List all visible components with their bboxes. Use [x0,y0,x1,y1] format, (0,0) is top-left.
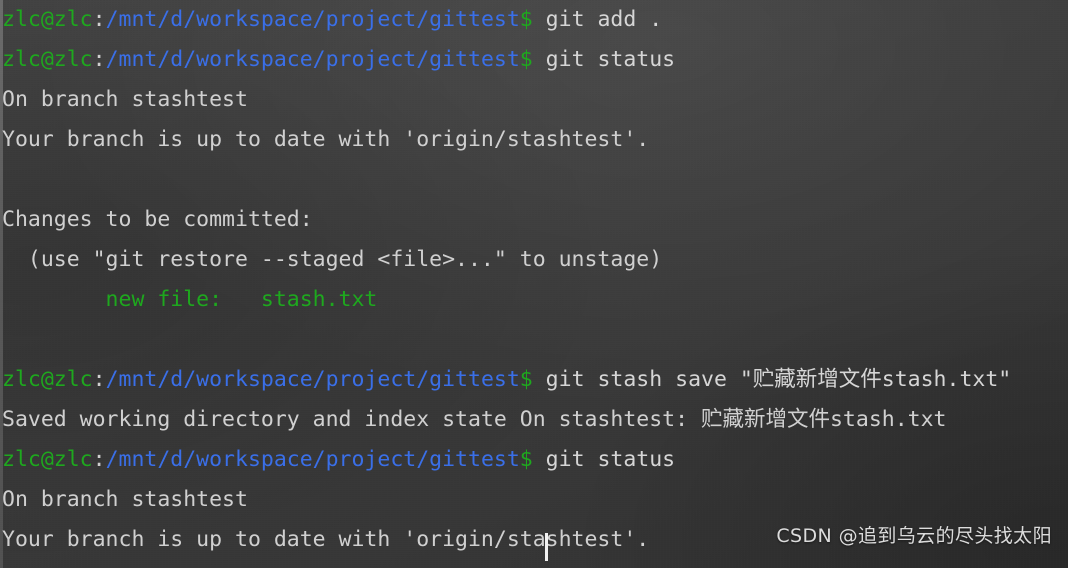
terminal-left-edge-scrollbar[interactable] [0,0,3,568]
seg-command: git stash save "贮藏新增文件stash.txt" [532,367,1012,392]
seg-user_host: zlc@zlc [2,447,93,472]
seg-command: git add . [532,7,663,32]
terminal-prompt-line: zlc@zlc:/mnt/d/workspace/project/gittest… [2,440,1068,480]
text-cursor [545,533,548,561]
seg-sigil: $ [519,47,533,72]
terminal-output-line: Your branch is up to date with 'origin/s… [2,120,1068,160]
seg-path: /mnt/d/workspace/project/gittest [105,367,520,392]
seg-command: git status [532,47,676,72]
seg-command: git status [532,447,676,472]
seg-path: /mnt/d/workspace/project/gittest [105,47,520,72]
terminal-output-line: On branch stashtest [2,80,1068,120]
seg-user_host: zlc@zlc [2,47,93,72]
terminal-output-line: On branch stashtest [2,480,1068,520]
terminal-output-line: Saved working directory and index state … [2,400,1068,440]
seg-sigil: $ [519,447,533,472]
seg-text: (use "git restore --staged <file>..." to… [2,247,663,272]
terminal-output-area[interactable]: zlc@zlc:/mnt/d/workspace/project/gittest… [2,0,1068,568]
seg-path: /mnt/d/workspace/project/gittest [105,447,520,472]
seg-path: /mnt/d/workspace/project/gittest [105,7,520,32]
seg-text: Your branch is up to date with 'origin/s… [2,527,650,552]
csdn-watermark: CSDN @追到乌云的尽头找太阳 [776,525,1052,547]
terminal-output-line: new file: stash.txt [2,280,1068,320]
seg-text: On branch stashtest [2,87,248,112]
terminal-output-line: Changes to be committed: [2,200,1068,240]
seg-separator: : [92,7,106,32]
seg-sigil: $ [519,7,533,32]
seg-text: Your branch is up to date with 'origin/s… [2,127,650,152]
seg-sigil: $ [519,367,533,392]
seg-user_host: zlc@zlc [2,7,93,32]
seg-text: new file: stash.txt [2,287,378,312]
terminal-prompt-line: zlc@zlc:/mnt/d/workspace/project/gittest… [2,40,1068,80]
seg-separator: : [92,447,106,472]
seg-separator: : [92,47,106,72]
terminal-output-line: (use "git restore --staged <file>..." to… [2,240,1068,280]
seg-text: Saved working directory and index state … [2,407,947,432]
terminal-prompt-line: zlc@zlc:/mnt/d/workspace/project/gittest… [2,360,1068,400]
seg-text: On branch stashtest [2,487,248,512]
terminal-prompt-line: zlc@zlc:/mnt/d/workspace/project/gittest… [2,0,1068,40]
terminal-window[interactable]: zlc@zlc:/mnt/d/workspace/project/gittest… [0,0,1068,568]
seg-user_host: zlc@zlc [2,367,93,392]
seg-separator: : [92,367,106,392]
seg-text: Changes to be committed: [2,207,313,232]
